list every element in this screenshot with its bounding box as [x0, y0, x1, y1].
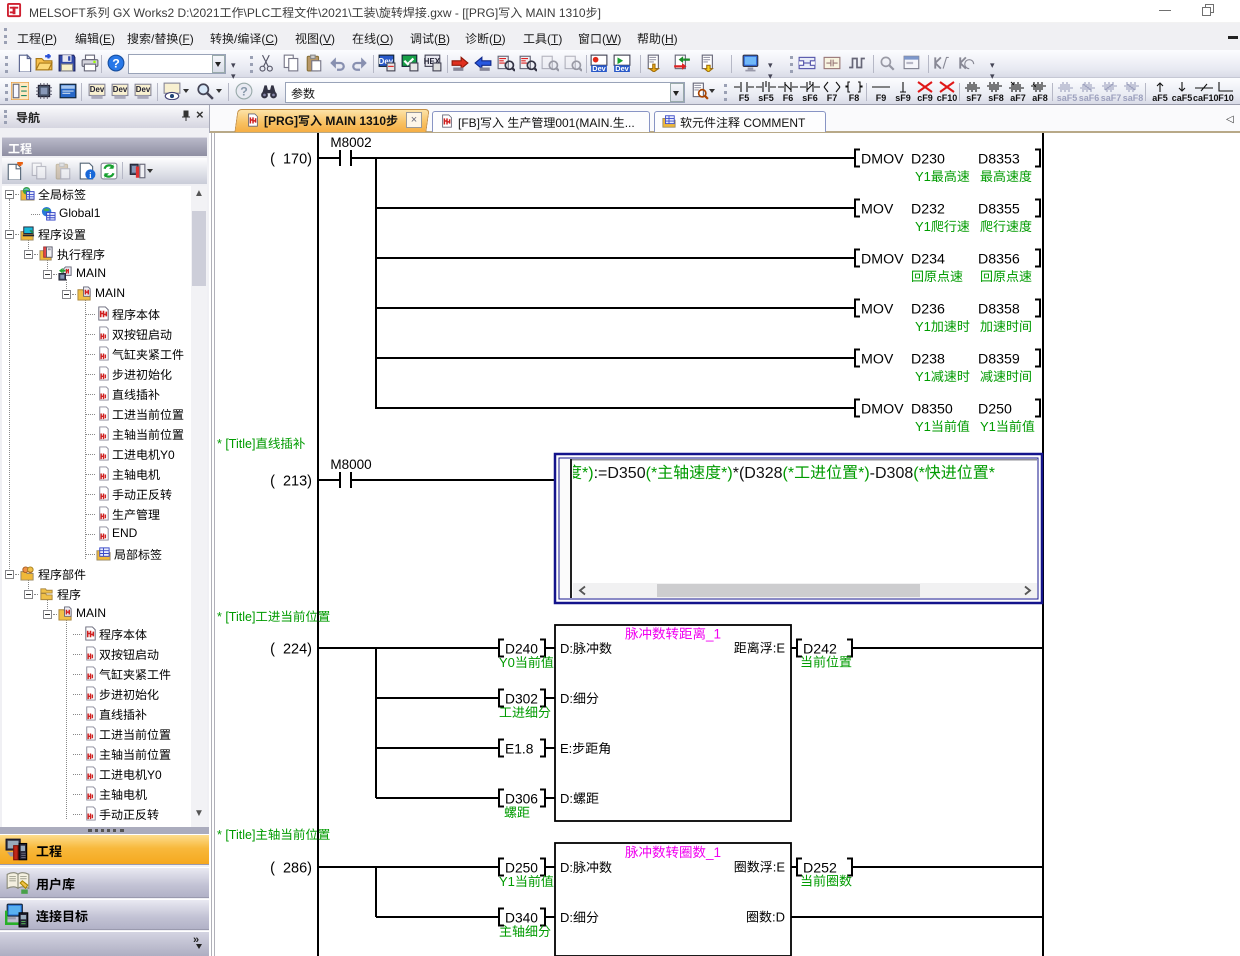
svg-text:Y1当前值: Y1当前值 — [980, 419, 1035, 434]
svg-text:当前位置: 当前位置 — [800, 655, 852, 670]
svg-text:M8000: M8000 — [330, 457, 371, 472]
svg-text:MOV: MOV — [861, 302, 894, 318]
svg-text:最高速度: 最高速度 — [980, 169, 1032, 184]
svg-text:D:细分: D:细分 — [560, 910, 599, 925]
svg-text:Y1爬行速: Y1爬行速 — [915, 219, 970, 234]
svg-text:E:步距角: E:步距角 — [560, 741, 611, 756]
svg-text:?: ? — [112, 57, 120, 71]
svg-text:( 286): ( 286) — [270, 861, 312, 877]
svg-text:D8350: D8350 — [911, 402, 953, 418]
svg-text:D250: D250 — [978, 402, 1012, 418]
svg-text:D:脉冲数: D:脉冲数 — [560, 641, 612, 656]
svg-text:D8355: D8355 — [978, 202, 1020, 218]
svg-text:MOV: MOV — [861, 352, 894, 368]
svg-text:Y1当前值: Y1当前值 — [499, 874, 554, 889]
svg-text:Dev: Dev — [615, 64, 629, 72]
svg-text:圈数浮:E: 圈数浮:E — [734, 860, 786, 875]
svg-text:MOV: MOV — [861, 202, 894, 218]
svg-text:( 224): ( 224) — [270, 642, 312, 658]
svg-text:当前圈数: 当前圈数 — [800, 874, 852, 889]
svg-text:爬行速度: 爬行速度 — [980, 219, 1032, 234]
svg-text:( 170): ( 170) — [270, 152, 312, 168]
svg-text:D:螺距: D:螺距 — [560, 791, 599, 806]
svg-text:脉冲数转距离_1: 脉冲数转距离_1 — [625, 627, 721, 642]
svg-text:加速时间: 加速时间 — [980, 319, 1032, 334]
svg-text:* [Title]直线插补: * [Title]直线插补 — [217, 437, 306, 451]
svg-text:DMOV: DMOV — [861, 402, 904, 418]
svg-text:Y1加速时: Y1加速时 — [915, 319, 970, 334]
svg-text:脉冲数转圈数_1: 脉冲数转圈数_1 — [625, 845, 721, 860]
svg-text:Y1减速时: Y1减速时 — [915, 369, 970, 384]
svg-text:度*):=D350(*主轴速度*)*(D328(*工进位置*: 度*):=D350(*主轴速度*)*(D328(*工进位置*)-D308(*快进… — [566, 464, 995, 482]
svg-text:螺距: 螺距 — [504, 805, 530, 820]
svg-text:Y1最高速: Y1最高速 — [915, 169, 970, 184]
svg-text:D:脉冲数: D:脉冲数 — [560, 860, 612, 875]
svg-text:DMOV: DMOV — [861, 252, 904, 268]
svg-text:Y1当前值: Y1当前值 — [915, 419, 970, 434]
svg-text:Dev: Dev — [136, 85, 151, 94]
svg-text:Dev: Dev — [592, 64, 606, 72]
svg-text:Dev: Dev — [90, 85, 105, 94]
svg-text:?: ? — [240, 85, 248, 99]
svg-text:D236: D236 — [911, 302, 945, 318]
svg-text:主轴细分: 主轴细分 — [499, 924, 551, 939]
svg-text:D238: D238 — [911, 352, 945, 368]
svg-text:* [Title]主轴当前位置: * [Title]主轴当前位置 — [217, 828, 330, 842]
svg-text:* [Title]工进当前位置: * [Title]工进当前位置 — [217, 610, 330, 624]
svg-text:回原点速: 回原点速 — [911, 269, 963, 284]
svg-text:D8353: D8353 — [978, 152, 1020, 168]
svg-text:D230: D230 — [911, 152, 945, 168]
svg-text:Dev: Dev — [113, 85, 128, 94]
svg-text:D234: D234 — [911, 252, 945, 268]
svg-text:减速时间: 减速时间 — [980, 369, 1032, 384]
svg-text:距离浮:E: 距离浮:E — [734, 641, 786, 656]
svg-text:D8358: D8358 — [978, 302, 1020, 318]
svg-text:DMOV: DMOV — [861, 152, 904, 168]
svg-text:D8359: D8359 — [978, 352, 1020, 368]
svg-text:D:细分: D:细分 — [560, 691, 599, 706]
svg-text:D8356: D8356 — [978, 252, 1020, 268]
svg-text:圈数:D: 圈数:D — [746, 910, 785, 925]
svg-text:( 213): ( 213) — [270, 474, 312, 490]
svg-text:工进细分: 工进细分 — [499, 705, 551, 720]
svg-text:D232: D232 — [911, 202, 945, 218]
svg-text:M8002: M8002 — [330, 135, 371, 150]
svg-text:回原点速: 回原点速 — [980, 269, 1032, 284]
svg-text:Y0当前值: Y0当前值 — [499, 655, 554, 670]
svg-text:E1.8: E1.8 — [505, 742, 534, 757]
